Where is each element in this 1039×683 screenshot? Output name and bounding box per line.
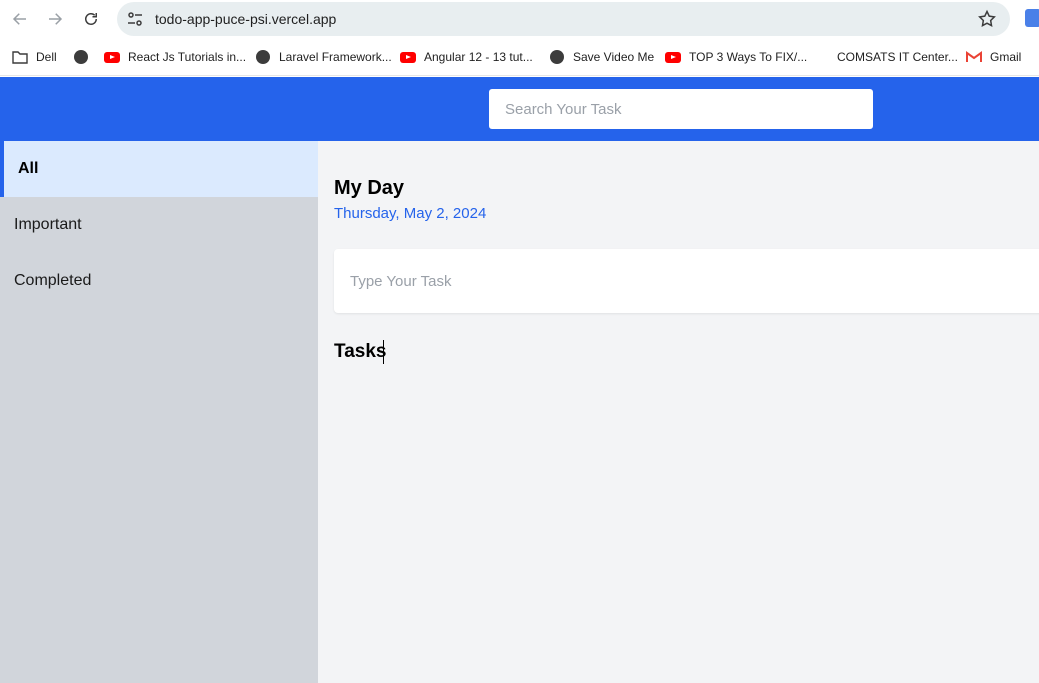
current-date: Thursday, May 2, 2024 xyxy=(334,205,487,222)
page-title: My Day xyxy=(334,177,405,199)
sidebar-item-completed[interactable]: Completed xyxy=(0,253,318,309)
forward-button[interactable] xyxy=(43,7,67,31)
sidebar: All Important Completed xyxy=(0,141,318,683)
globe-icon xyxy=(255,49,271,65)
sidebar-item-important[interactable]: Important xyxy=(0,197,318,253)
youtube-icon xyxy=(104,49,120,65)
site-info-icon[interactable] xyxy=(125,9,145,29)
youtube-icon xyxy=(665,49,681,65)
bookmark-comsats[interactable]: COMSATS IT Center... xyxy=(837,48,958,66)
globe-icon xyxy=(73,49,89,65)
sidebar-item-all[interactable]: All xyxy=(0,141,318,197)
arrow-left-icon xyxy=(12,13,26,25)
bookmark-angular[interactable]: Angular 12 - 13 tut... xyxy=(400,48,533,66)
reload-icon xyxy=(85,13,97,25)
bookmark-gmail[interactable]: Gmail xyxy=(966,48,1021,66)
gmail-icon xyxy=(966,49,982,65)
extension-icon[interactable] xyxy=(1025,9,1039,27)
new-task-input[interactable] xyxy=(334,249,1039,313)
bookmark-star-icon[interactable] xyxy=(977,9,997,29)
reload-button[interactable] xyxy=(79,7,103,31)
address-bar[interactable]: todo-app-puce-psi.vercel.app xyxy=(117,2,1010,36)
bookmark-react-tutorials[interactable]: React Js Tutorials in... xyxy=(104,48,246,66)
main-content: My Day Thursday, May 2, 2024 Tasks xyxy=(318,141,1039,683)
bookmark-dell[interactable]: Dell xyxy=(12,48,57,66)
bookmark-globe[interactable] xyxy=(73,48,97,66)
app-header xyxy=(0,77,1039,141)
search-input[interactable] xyxy=(489,89,873,129)
arrow-right-icon xyxy=(49,13,63,25)
folder-icon xyxy=(12,49,28,65)
tasks-heading: Tasks xyxy=(334,341,387,362)
browser-toolbar: todo-app-puce-psi.vercel.app xyxy=(0,0,1039,38)
bookmark-save-video[interactable]: Save Video Me xyxy=(549,48,654,66)
text-cursor xyxy=(383,340,384,364)
url-text: todo-app-puce-psi.vercel.app xyxy=(155,11,337,27)
bookmark-top-3-ways[interactable]: TOP 3 Ways To FIX/... xyxy=(665,48,807,66)
globe-icon xyxy=(549,49,565,65)
bookmarks-bar: Dell React Js Tutorials in... Laravel Fr… xyxy=(0,38,1039,76)
back-button[interactable] xyxy=(8,7,32,31)
youtube-icon xyxy=(400,49,416,65)
bookmark-laravel[interactable]: Laravel Framework... xyxy=(255,48,392,66)
